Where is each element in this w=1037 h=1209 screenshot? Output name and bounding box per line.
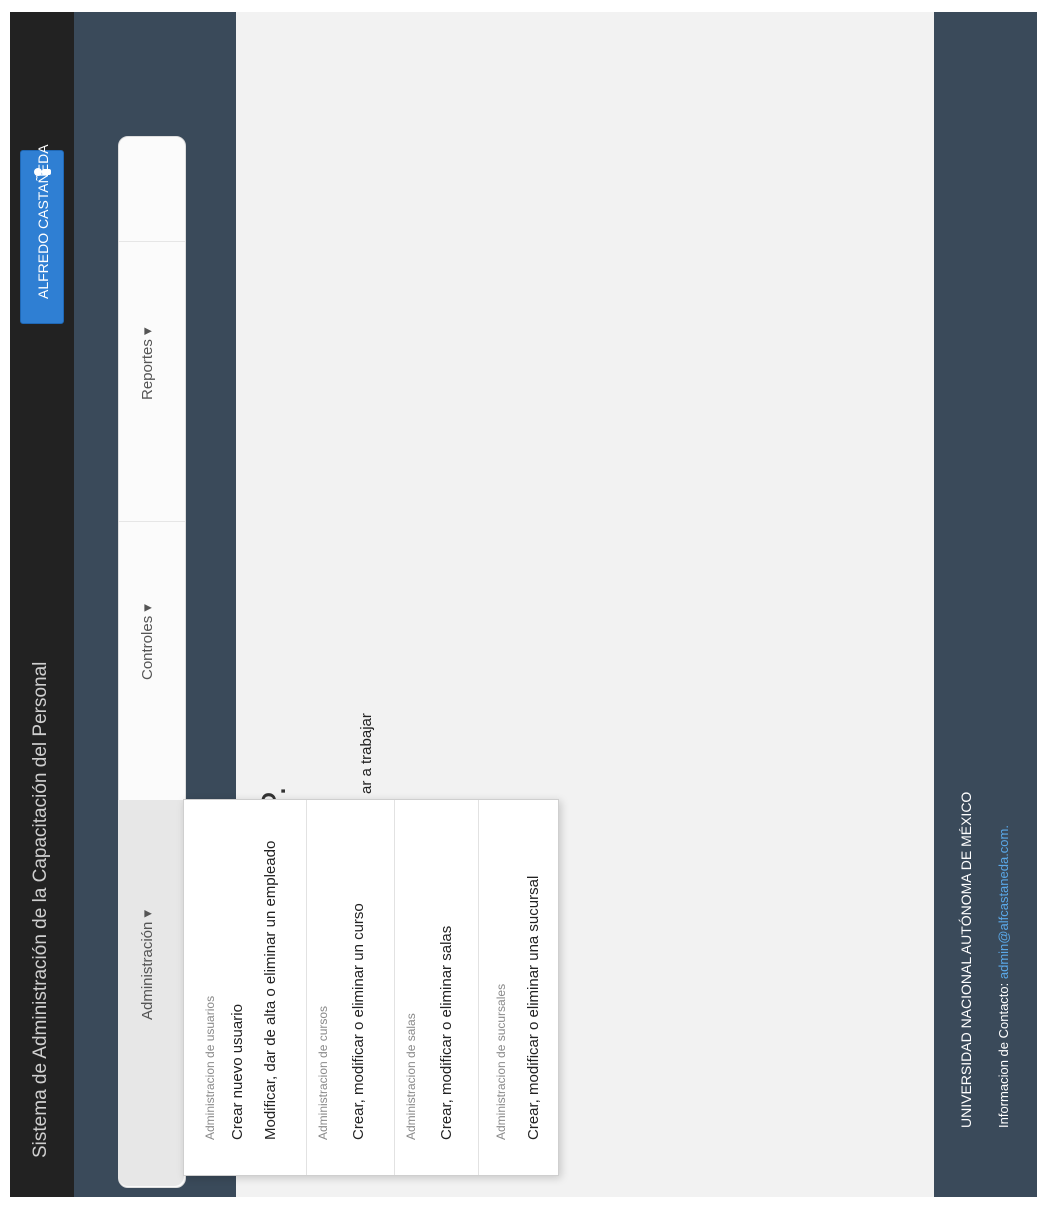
footer-university: UNIVERSIDAD NACIONAL AUTÓNOMA DE MÉXICO <box>958 791 974 1128</box>
dropdown-header-salas: Administracion de salas <box>404 1013 418 1140</box>
footer-contact-email[interactable]: admin@alfcastaneda.com. <box>996 825 1011 979</box>
dropdown-divider <box>394 800 395 1175</box>
nav-divider <box>119 241 185 242</box>
user-menu-button[interactable]: ALFREDO CASTAÑEDA <box>20 144 64 324</box>
app-title: Sistema de Administración de la Capacita… <box>30 661 51 1158</box>
menu-item-modificar-empleado[interactable]: Modificar, dar de alta o eliminar un emp… <box>262 841 279 1140</box>
dropdown-header-usuarios: Administracion de usuarios <box>203 995 217 1140</box>
menu-item-cursos[interactable]: Crear, modificar o eliminar un curso <box>350 903 367 1140</box>
menu-item-crear-usuario[interactable]: Crear nuevo usuario <box>229 1004 246 1140</box>
dropdown-header-sucursales: Administracion de sucursales <box>494 983 508 1140</box>
nav-item-controles[interactable]: Controles ▾ <box>138 604 156 680</box>
dropdown-divider <box>306 800 307 1175</box>
user-name: ALFREDO CASTAÑEDA <box>35 144 51 299</box>
page-subtitle-end: ar a trabajar <box>358 713 375 794</box>
nav-item-reportes[interactable]: Reportes ▾ <box>138 327 156 400</box>
nav-divider <box>119 521 185 522</box>
dropdown-header-cursos: Administracion de cursos <box>316 1005 330 1140</box>
menu-item-salas[interactable]: Crear, modificar o eliminar salas <box>438 926 455 1140</box>
dropdown-divider <box>478 800 479 1175</box>
footer-contact: Informacion de Contacto: admin@alfcastan… <box>996 825 1011 1128</box>
footer-contact-label: Informacion de Contacto: <box>996 982 1011 1128</box>
nav-item-administracion[interactable]: Administración ▾ <box>138 910 156 1020</box>
footer <box>934 12 1037 1197</box>
menu-item-sucursales[interactable]: Crear, modificar o eliminar una sucursal <box>525 876 542 1140</box>
